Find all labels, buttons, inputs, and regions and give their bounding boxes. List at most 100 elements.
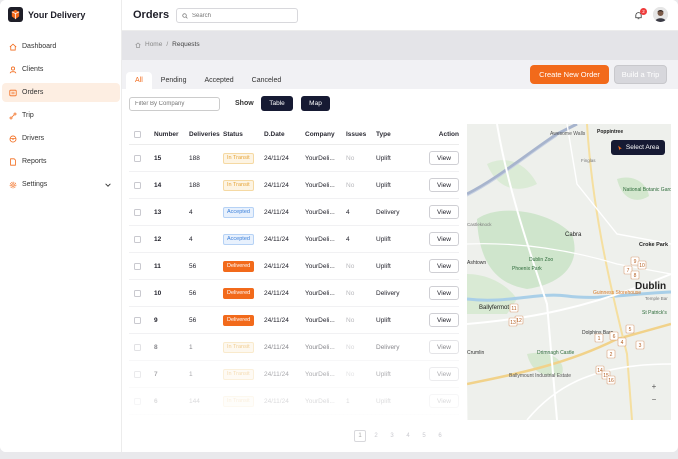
row-checkbox[interactable]: [129, 235, 154, 243]
table-row[interactable]: 11 56 Delivered 24/11/24 YourDeli... No Uplift…: [129, 253, 459, 280]
order-number: 12: [154, 235, 162, 243]
table-row[interactable]: 12 4 Accepted 24/11/24 YourDeli... 4 Uplift Vie…: [129, 226, 459, 253]
page-button[interactable]: 5: [418, 430, 430, 442]
view-button[interactable]: View: [429, 394, 459, 408]
view-button[interactable]: View: [429, 205, 459, 219]
view-button[interactable]: View: [429, 151, 459, 165]
tab-pending[interactable]: Pending: [152, 72, 196, 89]
column-header-deliveries[interactable]: Deliveries: [183, 131, 223, 138]
zoom-out-button[interactable]: −: [649, 395, 659, 405]
sidebar-item-orders[interactable]: Orders: [2, 83, 120, 102]
table-view-button[interactable]: Table: [261, 96, 293, 111]
map-label: Croke Park: [639, 242, 669, 248]
page-button[interactable]: 2: [370, 430, 382, 442]
table-row[interactable]: 13 4 Accepted 24/11/24 YourDeli... 4 Delivery V…: [129, 199, 459, 226]
row-checkbox[interactable]: [129, 316, 154, 324]
zoom-in-button[interactable]: +: [649, 382, 659, 392]
column-header-status[interactable]: Status: [223, 131, 264, 138]
issues-cell: No: [346, 316, 355, 324]
map-label: Finglas: [581, 158, 596, 163]
map-marker[interactable]: 3: [635, 340, 645, 350]
map-marker[interactable]: 4: [617, 337, 627, 347]
table-row[interactable]: 6 144 In Transit 24/11/24 YourDeli... 1 Uplift…: [129, 388, 459, 415]
type-cell: Delivery: [376, 343, 400, 351]
map-view-button[interactable]: Map: [301, 96, 330, 111]
create-order-button[interactable]: Create New Order: [530, 65, 609, 84]
view-button[interactable]: View: [429, 232, 459, 246]
sidebar-item-label: Trip: [22, 112, 34, 119]
sidebar-item-drivers[interactable]: Drivers: [2, 129, 120, 148]
select-area-button[interactable]: Select Area: [611, 140, 665, 155]
avatar[interactable]: [653, 7, 668, 22]
company-filter-input[interactable]: [129, 97, 220, 111]
table-row[interactable]: 15 188 In Transit 24/11/24 YourDeli... No Upli…: [129, 145, 459, 172]
search-input[interactable]: [192, 12, 292, 19]
row-checkbox[interactable]: [129, 343, 154, 351]
breadcrumb-home[interactable]: Home: [145, 41, 162, 48]
map-marker[interactable]: 5: [625, 324, 635, 334]
table-row[interactable]: 7 1 In Transit 24/11/24 YourDeli... No Uplift V…: [129, 361, 459, 388]
sidebar-item-label: Reports: [22, 158, 47, 165]
company-name: YourDeli...: [305, 154, 335, 162]
map-label: Poppintree: [597, 129, 623, 135]
delivery-date: 24/11/24: [264, 343, 289, 351]
map-marker[interactable]: 6: [609, 331, 619, 341]
row-checkbox[interactable]: [129, 262, 154, 270]
chevron-down-icon[interactable]: [104, 181, 112, 189]
select-all-checkbox[interactable]: [129, 130, 154, 138]
order-number: 7: [154, 370, 158, 378]
view-button[interactable]: View: [429, 286, 459, 300]
table-row[interactable]: 8 1 In Transit 24/11/24 YourDeli... No Deliver…: [129, 334, 459, 361]
page-button[interactable]: 3: [386, 430, 398, 442]
row-checkbox[interactable]: [129, 397, 154, 405]
map-marker[interactable]: 2: [606, 349, 616, 359]
map-marker[interactable]: 11: [509, 303, 519, 313]
map-marker-label: 10: [639, 263, 645, 269]
map-marker[interactable]: 1: [594, 333, 604, 343]
table-row[interactable]: 10 56 Delivered 24/11/24 YourDeli... No Delive…: [129, 280, 459, 307]
column-header-type[interactable]: Type: [376, 131, 414, 138]
sidebar-item-reports[interactable]: Reports: [2, 152, 120, 171]
page-button[interactable]: 6: [434, 430, 446, 442]
table-row[interactable]: 14 188 In Transit 24/11/24 YourDeli... No Upli…: [129, 172, 459, 199]
row-checkbox[interactable]: [129, 289, 154, 297]
map-marker[interactable]: 13: [508, 317, 518, 327]
brand[interactable]: Your Delivery: [8, 7, 85, 22]
table-body: 15 188 In Transit 24/11/24 YourDeli... No Upli…: [129, 145, 459, 415]
row-checkbox[interactable]: [129, 181, 154, 189]
map-label: Phoenix Park: [512, 266, 542, 272]
order-number: 13: [154, 208, 162, 216]
status-tabs: All Pending Accepted Canceled: [126, 72, 290, 89]
sidebar-item-clients[interactable]: Clients: [2, 60, 120, 79]
tab-canceled[interactable]: Canceled: [243, 72, 291, 89]
search-box[interactable]: [176, 8, 298, 23]
tab-accepted[interactable]: Accepted: [195, 72, 242, 89]
view-button[interactable]: View: [429, 367, 459, 381]
view-button[interactable]: View: [429, 313, 459, 327]
column-header-number[interactable]: Number: [154, 131, 183, 138]
column-header-issues[interactable]: Issues: [346, 131, 376, 138]
column-header-date[interactable]: D.Date: [264, 131, 305, 138]
map-marker[interactable]: 16: [606, 375, 616, 385]
tab-all[interactable]: All: [126, 72, 152, 89]
row-checkbox[interactable]: [129, 208, 154, 216]
view-button[interactable]: View: [429, 259, 459, 273]
page-button[interactable]: 4: [402, 430, 414, 442]
map-canvas[interactable]: Awesome Walls Poppintree Cabra Dublin Ph…: [467, 124, 671, 420]
map-marker[interactable]: 8: [630, 270, 640, 280]
sidebar-item-settings[interactable]: Settings: [2, 175, 120, 194]
sidebar-item-dashboard[interactable]: Dashboard: [2, 37, 120, 56]
cursor-icon: [618, 145, 622, 150]
map-view[interactable]: Awesome Walls Poppintree Cabra Dublin Ph…: [467, 124, 671, 420]
row-checkbox[interactable]: [129, 154, 154, 162]
sidebar-item-trip[interactable]: Trip: [2, 106, 120, 125]
column-header-company[interactable]: Company: [305, 131, 346, 138]
row-checkbox[interactable]: [129, 370, 154, 378]
build-trip-button[interactable]: Build a Trip: [614, 65, 667, 84]
map-marker[interactable]: 10: [637, 260, 647, 270]
page-button[interactable]: 1: [354, 430, 366, 442]
issues-cell: 4: [346, 235, 350, 243]
table-row[interactable]: 9 56 Delivered 24/11/24 YourDeli... No Uplift V…: [129, 307, 459, 334]
view-button[interactable]: View: [429, 340, 459, 354]
view-button[interactable]: View: [429, 178, 459, 192]
